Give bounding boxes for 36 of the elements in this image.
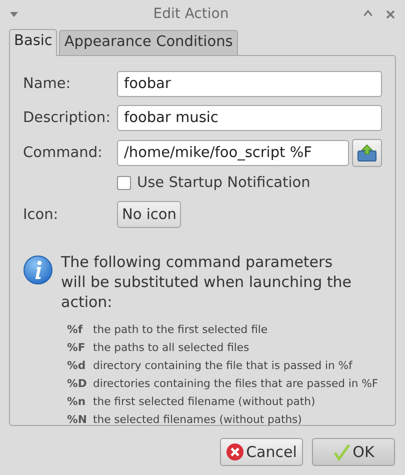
icon-button[interactable]: No icon: [117, 201, 182, 228]
checkbox[interactable]: [117, 176, 131, 190]
close-icon[interactable]: [386, 10, 395, 18]
window-title: Edit Action: [152, 6, 230, 22]
checkmark-icon: [332, 443, 351, 461]
field-label: Icon:: [23, 206, 60, 222]
field-label: Command:: [23, 145, 104, 161]
parameter-code: %f: [67, 322, 84, 338]
parameter-description: the first selected filename (without path): [93, 394, 316, 410]
folder-upload-icon: [357, 144, 378, 162]
field-label: Description:: [23, 110, 112, 126]
tab[interactable]: Appearance Conditions: [59, 30, 238, 55]
parameter-code: %D: [67, 376, 88, 392]
cancel-icon: [226, 443, 244, 461]
parameter-code: %d: [67, 358, 87, 374]
info-text: The following command parameters will be substituted when launching the action:: [61, 252, 353, 312]
parameter-description: the selected filenames (without paths): [93, 412, 303, 428]
field-label: Name:: [23, 76, 72, 92]
info-icon: [23, 255, 53, 285]
parameter-code: %N: [67, 412, 88, 428]
window-menu-icon[interactable]: [10, 12, 18, 16]
parameter-description: directories containing the files that are passed in %F: [93, 376, 380, 392]
maximize-icon[interactable]: [364, 10, 372, 16]
parameter-description: directory containing the file that is passed in %f: [93, 358, 354, 374]
parameter-description: the paths to all selected files: [93, 340, 250, 356]
ok-button[interactable]: OK: [312, 438, 395, 466]
parameter-description: the path to the first selected file: [93, 322, 269, 338]
cancel-button[interactable]: Cancel: [220, 438, 303, 466]
text-field[interactable]: foobar music: [117, 105, 382, 131]
parameter-code: %n: [67, 394, 87, 410]
browse-button[interactable]: [352, 139, 382, 167]
checkbox-label[interactable]: Use Startup Notification: [137, 175, 310, 191]
text-field[interactable]: foobar: [117, 71, 382, 97]
tab[interactable]: Basic: [9, 29, 58, 56]
parameter-code: %F: [67, 340, 86, 356]
command-field[interactable]: /home/mike/foo_script %F: [117, 140, 350, 166]
